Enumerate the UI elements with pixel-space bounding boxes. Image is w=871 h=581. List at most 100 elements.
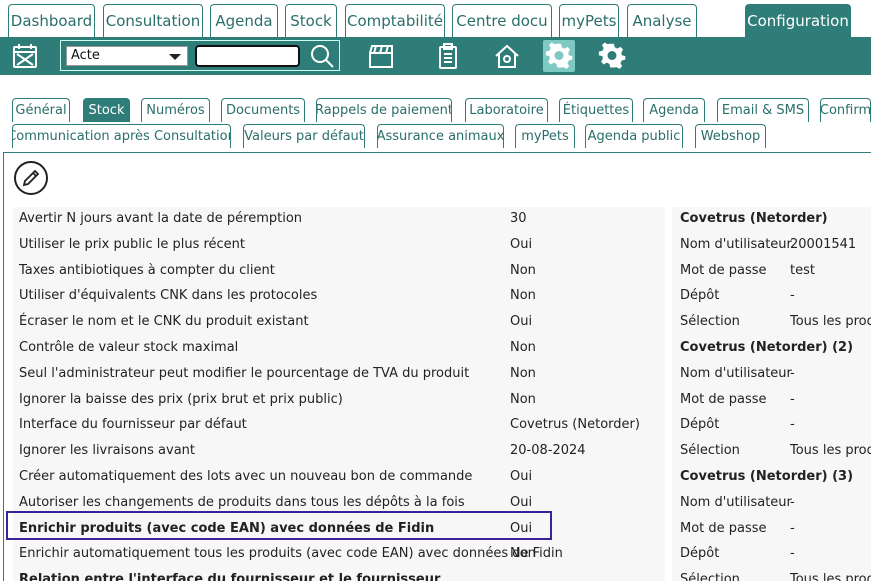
supplier-field-value: - — [790, 546, 795, 562]
setting-value: Oui — [510, 469, 533, 484]
setting-row: Ignorer la baisse des prix (prix brut et… — [13, 388, 665, 414]
pencil-icon — [22, 169, 40, 187]
supplier-field-value: Tous les produits — [790, 443, 871, 459]
supplier-field-label: Mot de passe — [680, 262, 767, 278]
nav-tab-agenda[interactable]: Agenda — [210, 4, 278, 37]
clipboard-icon[interactable] — [432, 40, 464, 72]
supplier-field: Sélection Tous les produits — [672, 439, 871, 465]
supplier-field-value: 20001541 — [790, 236, 857, 252]
tab-rappels-de-paiement[interactable]: Rappels de paiement — [316, 98, 452, 122]
supplier-field-value: Tous les produits — [790, 572, 871, 581]
supplier-header: Covetrus (Netorder) (2) — [672, 336, 871, 362]
supplier-field-label: Sélection — [680, 572, 740, 581]
tab-webshop[interactable]: Webshop — [695, 124, 766, 148]
nav-tab-centre-docu[interactable]: Centre docu — [452, 4, 552, 37]
search-area: Acte — [60, 40, 340, 71]
main-nav: Dashboard Consultation Agenda Stock Comptabi… — [0, 0, 871, 37]
setting-row: Taxes antibiotiques à compter du client N… — [13, 259, 665, 285]
setting-value: Non — [510, 546, 536, 562]
supplier-field: Nom d'utilisateur - — [672, 362, 871, 388]
nav-tab-analyse[interactable]: Analyse — [627, 4, 697, 37]
search-icon[interactable] — [309, 43, 335, 69]
setting-value: Oui — [510, 314, 533, 330]
setting-label: Écraser le nom et le CNK du produit exis… — [19, 314, 309, 330]
tab-confirm[interactable]: Confirm — [820, 98, 871, 122]
tab-assurance-animaux[interactable]: Assurance animaux — [377, 124, 504, 148]
setting-label: Relation entre l'interface du fournisseu… — [19, 572, 441, 581]
supplier-field-value: - — [790, 494, 795, 510]
tab-agenda-public[interactable]: Agenda public — [585, 124, 683, 148]
setting-row: Enrichir automatiquement tous les produi… — [13, 542, 665, 568]
setting-value: Covetrus (Netorder) — [510, 417, 640, 433]
supplier-field: Mot de passe test — [672, 259, 871, 285]
supplier-field: Nom d'utilisateur - — [672, 491, 871, 517]
setting-label: Autoriser les changements de produits da… — [19, 494, 465, 510]
nav-tab-consultation[interactable]: Consultation — [103, 4, 203, 37]
nav-tab-stock[interactable]: Stock — [285, 4, 337, 37]
supplier-field-label: Dépôt — [680, 417, 720, 433]
setting-row: Créer automatiquement des lots avec un n… — [13, 465, 665, 491]
setting-row: Avertir N jours avant la date de pérempt… — [13, 207, 665, 233]
setting-label: Contrôle de valeur stock maximal — [19, 340, 239, 355]
supplier-field: Sélection Tous les produits — [672, 568, 871, 581]
nav-tab-comptabilit-[interactable]: Comptabilité — [345, 4, 445, 37]
supplier-field-value: - — [790, 365, 795, 381]
setting-label: Ignorer la baisse des prix (prix brut et… — [19, 391, 343, 407]
nav-tab-dashboard[interactable]: Dashboard — [8, 4, 95, 37]
supplier-field: Dépôt - — [672, 413, 871, 439]
setting-value: Oui — [510, 494, 533, 510]
home-settings-icon[interactable] — [491, 40, 523, 72]
gear-icon[interactable] — [596, 40, 628, 72]
setting-value: Non — [510, 262, 536, 278]
supplier-field: Mot de passe - — [672, 517, 871, 543]
search-type-select[interactable]: Acte — [66, 46, 188, 66]
setting-row: Ignorer les livraisons avant 20-08-2024 — [13, 439, 665, 465]
supplier-field-label: Covetrus (Netorder) (3) — [680, 469, 854, 484]
tab--tiquettes[interactable]: Étiquettes — [559, 98, 633, 122]
setting-label: Utiliser le prix public le plus récent — [19, 236, 246, 252]
supplier-field-value: - — [790, 520, 795, 536]
tab-num-ros[interactable]: Numéros — [141, 98, 210, 122]
supplier-field: Mot de passe - — [672, 388, 871, 414]
setting-row: Utiliser le prix public le plus récent Ou… — [13, 233, 665, 259]
setting-label: Enrichir automatiquement tous les produi… — [19, 546, 563, 562]
clapperboard-icon[interactable] — [365, 40, 397, 72]
supplier-field-label: Mot de passe — [680, 520, 767, 536]
calendar-x-icon[interactable] — [9, 40, 41, 72]
setting-row: Relation entre l'interface du fournisseu… — [13, 568, 665, 581]
highlight-box — [6, 511, 552, 540]
tab-mypets[interactable]: myPets — [515, 124, 575, 148]
setting-row: Interface du fournisseur par défaut Covet… — [13, 413, 665, 439]
supplier-field-label: Nom d'utilisateur — [680, 236, 792, 252]
chevron-down-icon — [169, 54, 181, 60]
tab-valeurs-par-d-faut[interactable]: Valeurs par défaut — [243, 124, 365, 148]
setting-row: Seul l'administrateur peut modifier le p… — [13, 362, 665, 388]
tab-stock[interactable]: Stock — [83, 98, 130, 122]
setting-label: Seul l'administrateur peut modifier le p… — [19, 365, 470, 381]
nav-tab-mypets[interactable]: myPets — [559, 4, 619, 37]
supplier-field-value: test — [790, 262, 815, 278]
setting-value: Non — [510, 288, 536, 304]
nav-tab-configuration[interactable]: Configuration — [745, 4, 851, 37]
tab-g-n-ral[interactable]: Général — [12, 98, 70, 122]
tab-laboratoire[interactable]: Laboratoire — [465, 98, 548, 122]
tab-documents[interactable]: Documents — [221, 98, 305, 122]
supplier-field-label: Covetrus (Netorder) (2) — [680, 340, 854, 355]
supplier-field-label: Mot de passe — [680, 391, 767, 407]
supplier-field-label: Nom d'utilisateur — [680, 365, 792, 381]
setting-row: Contrôle de valeur stock maximal Non — [13, 336, 665, 362]
tab-email-sms[interactable]: Email & SMS — [717, 98, 809, 122]
setting-label: Avertir N jours avant la date de pérempt… — [19, 211, 303, 226]
setting-label: Taxes antibiotiques à compter du client — [19, 262, 275, 278]
tab-agenda[interactable]: Agenda — [643, 98, 705, 122]
tab-communication-apr-s-consultation[interactable]: Communication après Consultation — [12, 124, 231, 148]
search-input[interactable] — [195, 45, 300, 67]
toolbar: Acte — [0, 37, 871, 75]
supplier-header: Covetrus (Netorder) — [672, 207, 871, 233]
gear-icon[interactable] — [543, 40, 575, 72]
setting-label: Utiliser d'équivalents CNK dans les prot… — [19, 288, 318, 304]
setting-label: Ignorer les livraisons avant — [19, 443, 196, 459]
supplier-field: Dépôt - — [672, 542, 871, 568]
supplier-field-label: Dépôt — [680, 546, 720, 562]
edit-button[interactable] — [14, 161, 48, 195]
